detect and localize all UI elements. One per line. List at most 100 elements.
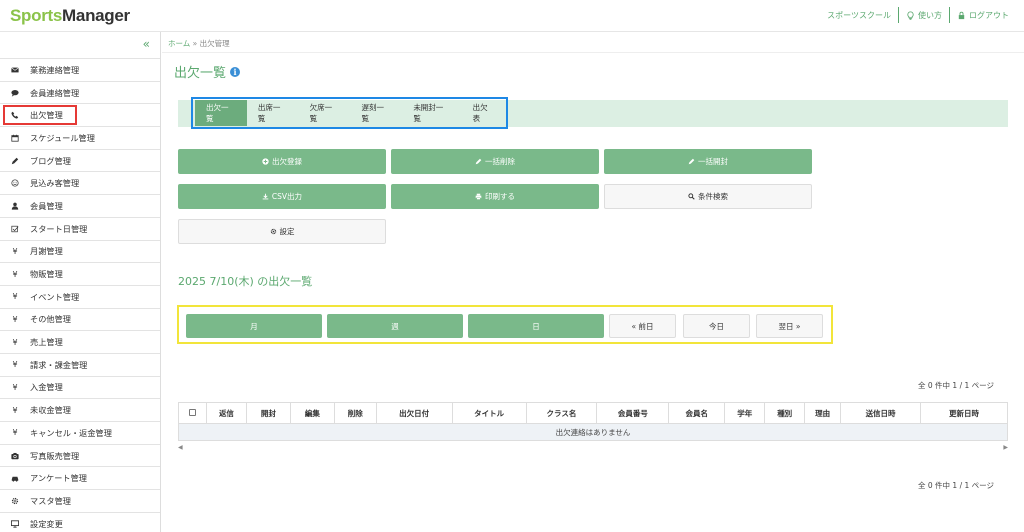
tab-late-list[interactable]: 遅刻一覧 [350,100,402,126]
yen-icon: ¥ [12,405,18,415]
yen-icon: ¥ [12,428,18,438]
sidebar-item[interactable]: ¥ イベント管理 [0,284,160,308]
column-header: 会員番号 [596,402,670,424]
sidebar-item[interactable]: 出欠管理 [0,103,160,126]
sidebar-item-label: スケジュール管理 [30,132,95,143]
tab-present-list[interactable]: 出席一覧 [247,100,299,126]
sidebar-item-label: 会員管理 [30,200,63,211]
tab-attendance-table[interactable]: 出欠表 [462,100,506,126]
csv-export-button[interactable]: CSV出力 [178,184,386,209]
monitor-icon [10,519,20,528]
breadcrumb-separator: » [192,39,198,48]
horizontal-scrollbar[interactable]: ◀ ▶ [178,443,1008,451]
attendance-table: 返信 開封 編集 削除 出欠日付 タイトル クラス名 会員番号 会員名 学年 種… [178,402,1008,441]
sidebar-item-label: 見込み客管理 [30,178,80,189]
tab-attendance-list[interactable]: 出欠一覧 [195,100,247,126]
logout-link[interactable]: ログアウト [950,10,1016,21]
tab-bar: 出欠一覧 出席一覧 欠席一覧 遅刻一覧 未開封一覧 出欠表 [191,97,508,129]
sidebar-item[interactable]: 見込み客管理 [0,171,160,194]
breadcrumb-home[interactable]: ホーム [168,39,190,48]
date-heading: 2025 7/10(木) の出欠一覧 [178,275,313,288]
page-title: 出欠一覧 i [174,62,241,81]
breadcrumb-divider [162,52,1024,53]
sidebar-item-label: 売上管理 [30,337,63,348]
help-link[interactable]: 使い方 [899,10,949,21]
logo-sports-text: Sports [10,6,63,25]
sidebar-item[interactable]: ブログ管理 [0,148,160,172]
bulk-open-label: 一括開封 [698,157,728,166]
logo-manager-text: Manager [62,6,130,25]
scroll-right-arrow-icon[interactable]: ▶ [1003,444,1008,451]
sidebar-item[interactable]: ¥ 物販管理 [0,262,160,285]
envelope-icon [10,66,20,74]
yen-icon: ¥ [12,246,18,256]
sidebar-item-label: 会員連絡管理 [30,87,80,98]
logout-link-label: ログアウト [969,10,1009,20]
pagination-summary-bottom: 全 0 件中 1 / 1 ページ [918,481,994,490]
top-nav: スポーツスクール 使い方 ログアウト [820,7,1016,23]
car-icon [10,474,20,482]
sidebar-item[interactable]: 会員管理 [0,194,160,217]
month-view-button[interactable]: 月 [186,314,322,338]
pencil-icon [10,157,20,165]
phone-icon [10,111,20,119]
sidebar-item[interactable]: スタート日管理 [0,216,160,240]
register-attendance-label: 出欠登録 [272,157,302,166]
bulk-delete-button[interactable]: 一括削除 [391,149,599,174]
sidebar-item-label: 設定変更 [30,518,63,529]
day-view-button[interactable]: 日 [468,314,604,338]
sidebar-item[interactable]: 写真販売管理 [0,443,160,467]
print-button[interactable]: 印刷する [391,184,599,209]
sportsmanager-logo[interactable]: SportsManager [10,6,130,26]
column-header: クラス名 [525,402,598,424]
today-button[interactable]: 今日 [683,314,750,338]
download-icon [262,193,269,200]
sidebar-item[interactable]: アンケート管理 [0,466,160,489]
sidebar-item[interactable]: 業務連絡管理 [0,58,160,81]
sidebar-item[interactable]: マスタ管理 [0,489,160,512]
register-attendance-button[interactable]: 出欠登録 [178,149,386,174]
sidebar-item-label: 入金管理 [30,382,63,393]
tab-absent-list[interactable]: 欠席一覧 [299,100,351,126]
sidebar-item[interactable]: ¥ 請求・課金管理 [0,352,160,376]
yen-icon: ¥ [12,269,18,279]
column-header: 学年 [724,402,766,424]
sidebar-item[interactable]: ¥ その他管理 [0,307,160,331]
sidebar-item[interactable]: ¥ 未収金管理 [0,398,160,421]
collapse-sidebar-button[interactable]: « [143,37,150,51]
sidebar-item[interactable]: ¥ 入金管理 [0,375,160,399]
condition-search-button[interactable]: 条件検索 [604,184,812,209]
settings-button[interactable]: 設定 [178,219,386,244]
yen-icon: ¥ [12,360,18,370]
camera-icon [10,452,20,460]
sidebar-item[interactable]: スケジュール管理 [0,126,160,149]
sidebar-item-label: 物販管理 [30,269,63,280]
condition-search-label: 条件検索 [698,192,728,201]
select-all-checkbox[interactable] [188,408,196,416]
next-day-button[interactable]: 翌日 » [756,314,823,338]
bulk-open-button[interactable]: 一括開封 [604,149,812,174]
sidebar-item[interactable]: ¥ 売上管理 [0,330,160,353]
sidebar-item-label: スタート日管理 [30,223,88,234]
yen-icon: ¥ [12,382,18,392]
tab-unopened-list[interactable]: 未開封一覧 [402,100,461,126]
info-icon[interactable]: i [230,66,241,77]
pencil-icon [688,158,695,165]
column-header: 返信 [205,402,247,424]
previous-day-button[interactable]: « 前日 [609,314,676,338]
column-header: 編集 [289,402,335,424]
sidebar: « 業務連絡管理会員連絡管理出欠管理スケジュール管理ブログ管理見込み客管理 会員管… [0,32,161,532]
sidebar-item[interactable]: ¥ 月謝管理 [0,239,160,263]
sidebar-item[interactable]: ¥ キャンセル・返金管理 [0,421,160,444]
table-row: 出欠連絡はありません [178,423,1008,441]
sidebar-item[interactable]: 会員連絡管理 [0,80,160,104]
column-header: 送信日時 [840,402,922,424]
scroll-left-arrow-icon[interactable]: ◀ [178,444,183,451]
week-view-button[interactable]: 週 [327,314,463,338]
lock-icon [958,11,965,19]
sidebar-item[interactable]: 設定変更 [0,511,160,532]
comment-icon [10,89,20,97]
smile-icon [10,179,20,187]
school-link[interactable]: スポーツスクール [820,10,898,21]
select-all-header[interactable] [178,402,207,424]
